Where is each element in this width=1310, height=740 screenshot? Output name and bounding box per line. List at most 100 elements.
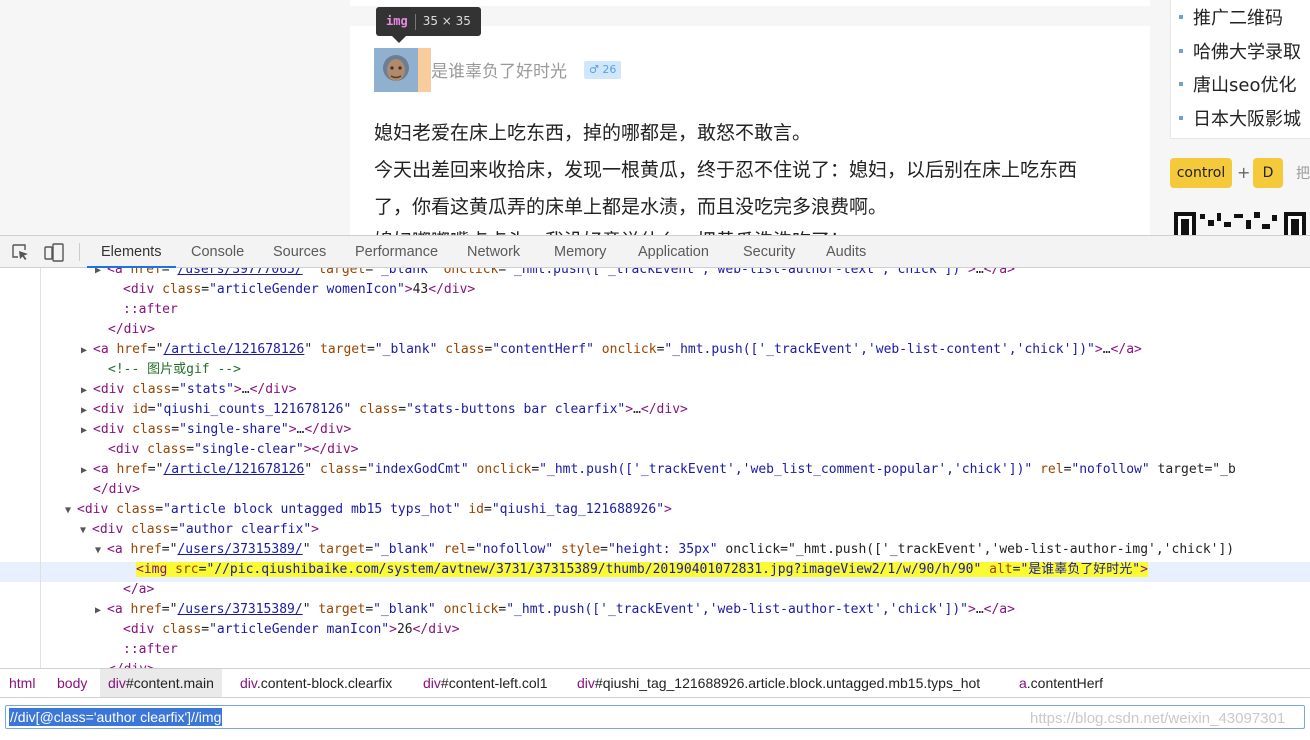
article-text-line: 媳妇嘟嘟嘴点点头，我没好意说什么，把黄瓜洗洗吃了！ [374, 226, 849, 235]
qr-code-icon [1174, 212, 1306, 235]
bullet-icon [1179, 15, 1183, 19]
tab-security[interactable]: Security [743, 236, 795, 268]
article-text-line: 今天出差回来收拾床，发现一根黄瓜，终于忍不住说了：媳妇，以后别在床上吃东西 [374, 159, 1078, 181]
toolbar-divider [79, 243, 80, 261]
dom-node[interactable]: ▶ <a href="/article/121678126" target="_b… [81, 340, 1142, 360]
dom-node[interactable]: ▼ <div class="author clearfix"> [80, 520, 319, 540]
breadcrumb-tag: div [577, 675, 595, 691]
dom-node[interactable]: </div> [108, 660, 155, 668]
dom-node[interactable]: ▼ <a href="/users/37315389/" target="_bla… [95, 540, 1234, 560]
breadcrumb-class: .content-block.clearfix [256, 675, 393, 691]
dom-node[interactable]: <div class="single-clear"></div> [108, 440, 358, 460]
gender-age-badge: ♂ 26 [584, 61, 622, 79]
author-name-link[interactable]: 是谁辜负了好时光 [431, 57, 567, 82]
shortcut-plus: + [1237, 163, 1251, 182]
devtools-toolbar: Elements Console Sources Performance Net… [0, 235, 1310, 268]
bullet-icon [1179, 49, 1183, 53]
element-inspect-tooltip: img 35 × 35 [376, 7, 481, 36]
sidebar-link[interactable]: 推广二维码 [1179, 4, 1283, 30]
expand-toggle-icon[interactable]: ▶ [81, 421, 93, 441]
search-query-text: //div[@class='author clearfix']//img [9, 708, 223, 726]
indent-guide [40, 268, 41, 668]
breadcrumb-tag: div [240, 675, 257, 691]
breadcrumb-tag: html [9, 675, 36, 691]
watermark: https://blog.csdn.net/weixin_43097301 [1030, 710, 1286, 727]
dom-node[interactable]: ▶ <a href="/article/121678126" class="ind… [81, 460, 1236, 480]
expand-toggle-icon[interactable]: ▶ [81, 461, 93, 481]
tab-console[interactable]: Console [191, 236, 244, 268]
dom-node[interactable]: ▼ <div class="article block untagged mb15… [65, 500, 672, 520]
avatar-image-icon [374, 48, 418, 92]
dom-node[interactable]: ▶ <div class="single-share">…</div> [81, 420, 351, 440]
webpage-viewport: img 35 × 35 是谁辜负了好时光 ♂ 26 媳妇老爱在床上吃东西，掉的哪都… [0, 0, 1310, 235]
tooltip-dimensions: 35 × 35 [422, 14, 471, 28]
dom-node[interactable]: </div> [108, 320, 155, 340]
dom-node[interactable]: ▶ <a href="/users/39777065/" target="_bla… [95, 268, 1015, 280]
dom-node[interactable]: ▶ <div id="qiushi_counts_121678126" class… [81, 400, 688, 420]
dom-node[interactable]: <div class="articleGender manIcon">26</d… [123, 620, 460, 640]
sidebar-link-label: 哈佛大学录取 [1193, 42, 1301, 63]
expand-toggle-icon[interactable]: ▼ [65, 501, 77, 521]
sidebar-link[interactable]: 哈佛大学录取 [1179, 38, 1301, 64]
dom-node[interactable]: ▶ <div class="stats">…</div> [81, 380, 297, 400]
dom-node[interactable]: ▶ <a href="/users/37315389/" target="_bla… [95, 600, 1015, 620]
expand-toggle-icon[interactable]: ▼ [95, 541, 107, 561]
article-text-line: 媳妇老爱在床上吃东西，掉的哪都是，敢怒不敢言。 [374, 122, 812, 144]
breadcrumb-item-html[interactable]: html [1, 669, 43, 697]
shortcut-key-d: D [1253, 158, 1283, 188]
breadcrumb-tag: div [108, 675, 126, 691]
tooltip-separator [414, 13, 416, 30]
tab-network[interactable]: Network [467, 236, 520, 268]
dom-node[interactable]: <!-- 图片或gif --> [108, 360, 241, 380]
expand-toggle-icon[interactable]: ▼ [80, 521, 92, 541]
breadcrumb-tag: div [423, 675, 441, 691]
expand-toggle-icon[interactable]: ▶ [95, 268, 107, 281]
expand-toggle-icon[interactable]: ▶ [81, 381, 93, 401]
search-bar: //div[@class='author clearfix']//img htt… [0, 698, 1310, 740]
tab-memory[interactable]: Memory [554, 236, 606, 268]
dom-node-selected[interactable]: <img src="//pic.qiushibaike.com/system/a… [136, 560, 1148, 580]
breadcrumb-class: #content-left.col1 [440, 675, 548, 691]
dom-node[interactable]: ::after [123, 300, 178, 320]
dom-node[interactable]: </div> [93, 480, 140, 500]
dom-node[interactable]: </a> [123, 580, 154, 600]
elements-panel: ▶ <a href="/users/39777065/" target="_bla… [0, 268, 1310, 668]
sidebar-link-list: 推广二维码 哈佛大学录取 唐山seo优化 日本大阪影城 [1170, 0, 1310, 139]
shortcut-hint-text: 把 [1296, 166, 1310, 182]
bullet-icon [1179, 116, 1183, 120]
breadcrumb-item-content-block[interactable]: div.content-block.clearfix [232, 669, 400, 697]
breadcrumb-class: #qiushi_tag_121688926.article.block.unta… [594, 675, 981, 691]
breadcrumb-item-contentherf[interactable]: a.contentHerf [1011, 669, 1111, 697]
sidebar-link-label: 推广二维码 [1193, 8, 1283, 29]
tab-elements[interactable]: Elements [101, 236, 161, 268]
sidebar-link-label: 唐山seo优化 [1193, 75, 1297, 96]
tab-sources[interactable]: Sources [273, 236, 326, 268]
expand-toggle-icon[interactable]: ▶ [95, 601, 107, 621]
tooltip-tag: img [386, 14, 408, 28]
breadcrumb-item-body[interactable]: body [49, 669, 95, 697]
tab-performance[interactable]: Performance [355, 236, 438, 268]
sidebar-link[interactable]: 日本大阪影城 [1179, 105, 1301, 131]
breadcrumb-item-content-left[interactable]: div#content-left.col1 [415, 669, 556, 697]
breadcrumb-item-qiushi-tag[interactable]: div#qiushi_tag_121688926.article.block.u… [569, 669, 988, 697]
tab-application[interactable]: Application [638, 236, 709, 268]
breadcrumb-item-content-main[interactable]: div#content.main [100, 669, 222, 697]
article-text-line: 了，你看这黄瓜弄的床单上都是水渍，而且没吃完多浪费啊。 [374, 196, 888, 218]
expand-toggle-icon[interactable]: ▶ [81, 401, 93, 421]
sidebar-link-label: 日本大阪影城 [1193, 109, 1301, 130]
sidebar-link[interactable]: 唐山seo优化 [1179, 71, 1296, 97]
breadcrumb-class: .contentHerf [1026, 675, 1104, 691]
tab-audits[interactable]: Audits [826, 236, 866, 268]
device-toolbar-icon[interactable] [44, 243, 64, 262]
tooltip-arrow [392, 36, 406, 43]
avatar[interactable] [374, 48, 418, 92]
dom-node[interactable]: ::after [123, 640, 178, 660]
bullet-icon [1179, 82, 1183, 86]
inspect-element-icon[interactable] [12, 244, 29, 261]
breadcrumb: html body div#content.main div.content-b… [0, 668, 1310, 698]
breadcrumb-tag: a [1019, 675, 1027, 691]
breadcrumb-class: #content.main [125, 675, 214, 691]
expand-toggle-icon[interactable]: ▶ [81, 341, 93, 361]
shortcut-key-control: control [1170, 158, 1232, 188]
dom-node[interactable]: <div class="articleGender womenIcon">43<… [123, 280, 475, 300]
